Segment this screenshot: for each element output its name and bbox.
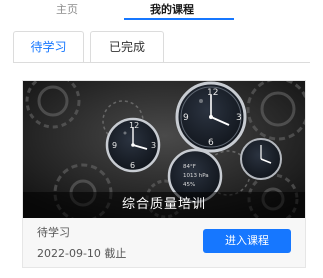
enter-course-button[interactable]: 进入课程 [203, 229, 291, 253]
course-card[interactable]: 12 3 6 9 12 3 6 9 84°F 1013 hPa 45% 综合质量… [22, 80, 306, 268]
nav-my-courses[interactable]: 我的课程 [150, 3, 194, 17]
active-nav-indicator [124, 18, 234, 20]
top-navigation: 主页 我的课程 [0, 0, 323, 22]
clock-face-left: 12 3 6 9 [105, 117, 161, 173]
clock-face-right [240, 138, 282, 180]
svg-text:6: 6 [208, 138, 214, 148]
tab-completed[interactable]: 已完成 [90, 31, 164, 63]
svg-text:9: 9 [183, 113, 189, 123]
page: 主页 我的课程 待学习 已完成 12 3 6 9 12 3 6 9 84°F 1… [0, 0, 323, 278]
svg-text:12: 12 [207, 88, 218, 98]
svg-text:3: 3 [236, 113, 242, 123]
svg-text:6: 6 [130, 161, 135, 170]
svg-text:9: 9 [112, 141, 117, 150]
tab-pending[interactable]: 待学习 [13, 31, 84, 63]
svg-text:3: 3 [151, 141, 156, 150]
course-info: 待学习 2022-09-10 截止 进入课程 [23, 218, 305, 267]
tabs-divider [13, 62, 310, 63]
course-title: 综合质量培训 [121, 197, 206, 212]
cover-readout-2: 1013 hPa [183, 173, 209, 179]
cover-readout-3: 45% [183, 182, 195, 188]
course-status: 待学习 [37, 226, 70, 239]
svg-text:12: 12 [129, 121, 139, 130]
course-cover-image: 12 3 6 9 12 3 6 9 84°F 1013 hPa 45% 综合质量… [23, 81, 305, 218]
nav-home[interactable]: 主页 [56, 3, 78, 17]
course-tabs: 待学习 已完成 [0, 22, 323, 64]
cover-readout-1: 84°F [183, 164, 196, 170]
clock-face-large: 12 3 6 9 [175, 81, 247, 153]
course-deadline: 2022-09-10 截止 [37, 247, 127, 260]
